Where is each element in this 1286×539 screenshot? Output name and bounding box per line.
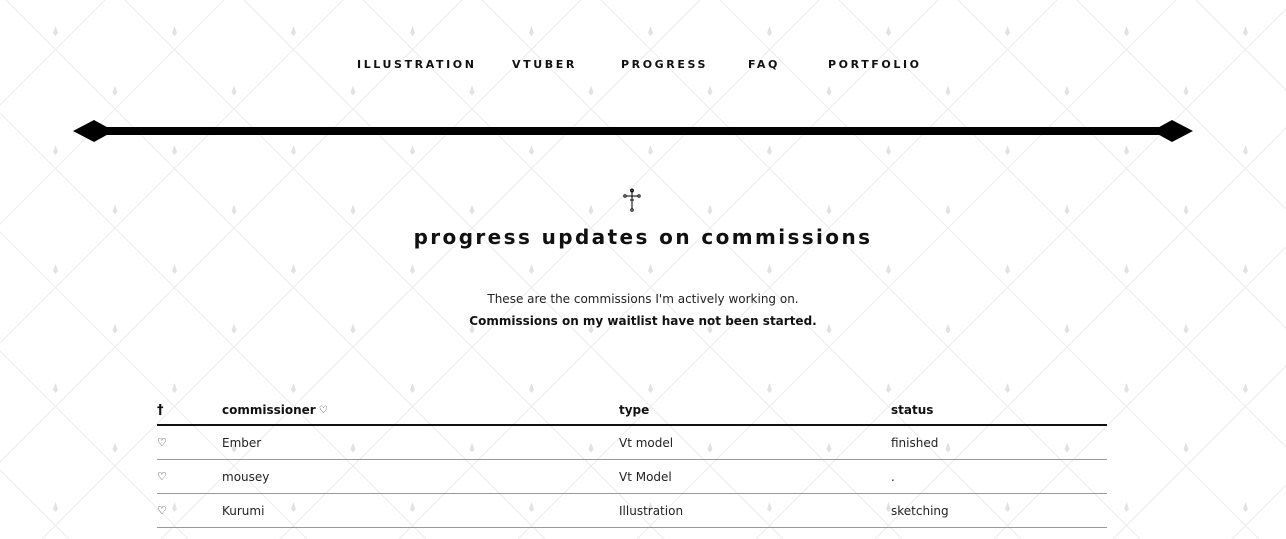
dagger-icon: † [157, 402, 164, 418]
column-header-status: status [891, 403, 934, 417]
diamond-divider [73, 120, 1193, 142]
row-marker-cell: ♡ [157, 426, 167, 459]
ornate-cross-icon [623, 188, 641, 212]
row-marker-cell: ♡ [157, 494, 167, 527]
type-cell: Illustration [619, 503, 684, 518]
intro-line: These are the commissions I'm actively w… [487, 292, 799, 306]
heart-outline-icon: ♡ [318, 404, 328, 416]
status-cell: sketching [891, 503, 949, 518]
page-title: progress updates on commissions [413, 225, 873, 249]
type-cell: Vt model [619, 435, 674, 450]
column-header-type: type [619, 403, 650, 417]
status-cell: . [891, 469, 895, 484]
main-nav: ILLUSTRATION VTUBER PROGRESS FAQ PORTFOL… [0, 58, 1286, 76]
commissioner-cell: mousey [222, 469, 270, 484]
nav-portfolio[interactable]: PORTFOLIO [828, 58, 922, 71]
status-cell: finished [891, 435, 939, 450]
table-row: ♡ mousey Vt Model . [157, 460, 1107, 494]
heart-outline-icon: ♡ [157, 504, 167, 517]
table-row: ♡ Ember Vt model finished [157, 426, 1107, 460]
header-status-cell: status [891, 396, 933, 424]
commissions-table: † commissioner ♡ type status ♡ Ember Vt … [157, 396, 1107, 528]
header-marker-cell: † [157, 396, 164, 424]
nav-faq[interactable]: FAQ [748, 58, 780, 71]
type-cell: Vt Model [619, 469, 672, 484]
nav-vtuber[interactable]: VTUBER [512, 58, 577, 71]
column-header-commissioner: commissioner [222, 403, 316, 417]
nav-progress[interactable]: PROGRESS [621, 58, 708, 71]
header-commissioner-cell: commissioner ♡ [222, 396, 328, 424]
waitlist-note: Commissions on my waitlist have not been… [469, 314, 817, 328]
table-header-row: † commissioner ♡ type status [157, 396, 1107, 426]
heart-outline-icon: ♡ [157, 470, 167, 483]
heart-outline-icon: ♡ [157, 436, 167, 449]
intro-text: These are the commissions I'm actively w… [0, 291, 1286, 335]
table-row: ♡ Kurumi Illustration sketching [157, 494, 1107, 528]
nav-illustration[interactable]: ILLUSTRATION [357, 58, 477, 71]
header-type-cell: type [619, 396, 649, 424]
commissioner-cell: Ember [222, 435, 262, 450]
row-marker-cell: ♡ [157, 460, 167, 493]
commissioner-cell: Kurumi [222, 503, 265, 518]
